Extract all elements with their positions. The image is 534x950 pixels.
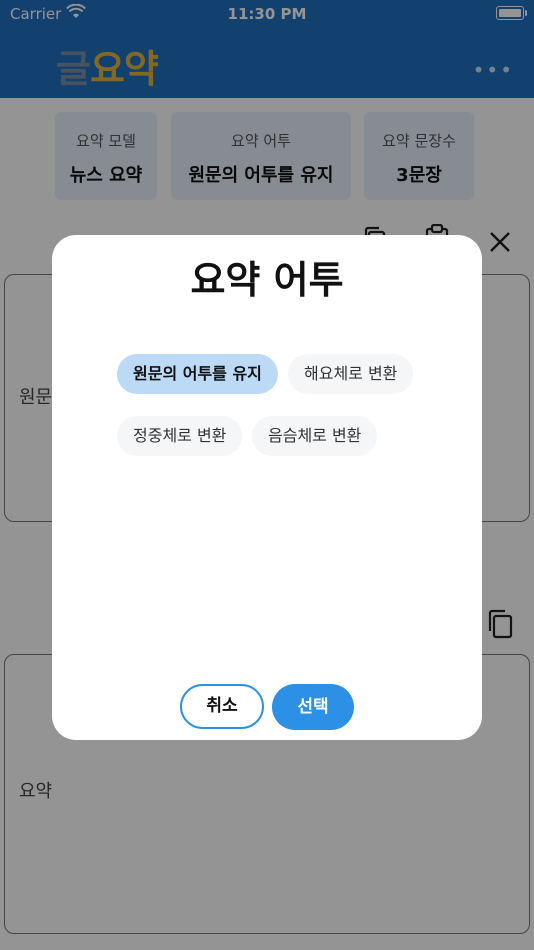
- tone-picker-dialog: 요약 어투 원문의 어투를 유지 해요체로 변환 정중체로 변환 음슴체로 변환…: [52, 235, 482, 740]
- option-eumseum[interactable]: 음슴체로 변환: [252, 416, 378, 456]
- cancel-button[interactable]: 취소: [180, 684, 264, 729]
- option-keep-original[interactable]: 원문의 어투를 유지: [117, 354, 278, 394]
- option-formal[interactable]: 정중체로 변환: [117, 416, 243, 456]
- option-haeyo[interactable]: 해요체로 변환: [288, 354, 414, 394]
- select-button[interactable]: 선택: [272, 684, 354, 730]
- dialog-title: 요약 어투: [190, 258, 344, 302]
